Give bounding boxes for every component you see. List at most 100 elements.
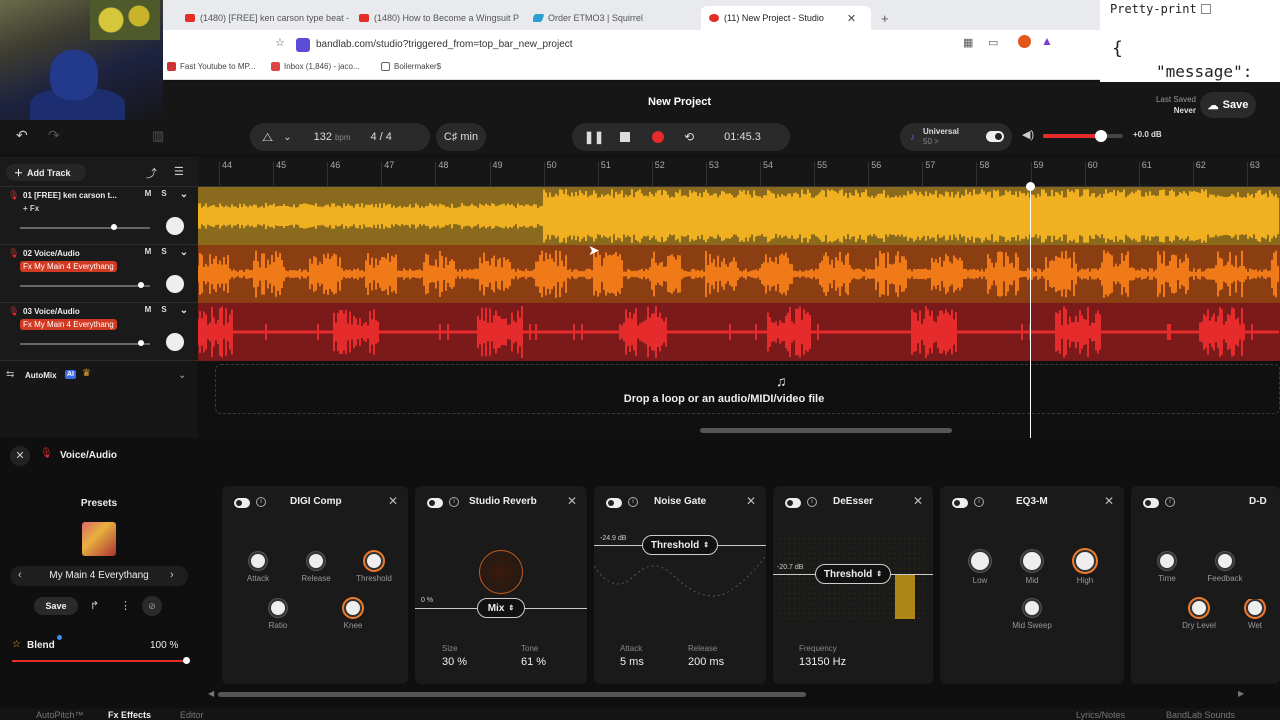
track-name[interactable]: 03 Voice/Audio xyxy=(23,307,119,316)
remove-effect-icon[interactable]: ✕ xyxy=(913,494,923,508)
brave-shield-icon[interactable] xyxy=(1018,35,1031,48)
track-settings-icon[interactable]: ☰ xyxy=(174,165,184,178)
pan-knob[interactable] xyxy=(166,217,184,235)
bookmark-2[interactable]: Inbox (1,846) - jaco... xyxy=(271,62,360,71)
browser-tab-2[interactable]: (1480) How to Become a Wingsuit P xyxy=(359,6,519,30)
mute-button[interactable]: M xyxy=(142,305,154,314)
undo-icon[interactable]: ↶ xyxy=(16,127,28,144)
chevron-down-icon[interactable]: ⌄ xyxy=(178,247,190,258)
mixer-icon[interactable]: ▥ xyxy=(152,128,164,144)
key-selector[interactable]: C♯ min xyxy=(436,123,486,151)
pretty-print-toggle[interactable]: Pretty-print xyxy=(1110,2,1211,16)
chevron-down-icon[interactable]: ⌄ xyxy=(178,370,186,381)
pan-knob[interactable] xyxy=(166,333,184,351)
blend-knob[interactable] xyxy=(183,657,190,664)
close-tab-icon[interactable]: ✕ xyxy=(847,12,856,25)
delay-toggle[interactable] xyxy=(1143,498,1159,508)
reverb-toggle[interactable] xyxy=(427,498,443,508)
extensions-icon[interactable]: ▦ xyxy=(963,36,973,49)
info-icon[interactable]: i xyxy=(974,497,984,507)
bookmark-3[interactable]: Boilermaker$ xyxy=(381,62,441,71)
master-volume-slider[interactable] xyxy=(1043,130,1123,142)
dry-level-knob[interactable]: Dry Level xyxy=(1174,599,1224,630)
share-icon[interactable]: ↱ xyxy=(90,599,99,612)
mix-control[interactable]: Mix ⇕ xyxy=(477,598,525,618)
mute-button[interactable]: M xyxy=(142,189,154,198)
master-volume-knob[interactable] xyxy=(1094,130,1107,142)
remove-effect-icon[interactable]: ✕ xyxy=(388,494,398,508)
project-title[interactable]: New Project xyxy=(163,96,1196,108)
cast-icon[interactable]: ▭ xyxy=(988,36,998,49)
pan-knob[interactable] xyxy=(166,275,184,293)
add-track-button[interactable]: ＋ Add Track xyxy=(6,164,86,181)
automation-icon[interactable]: ⤴ xyxy=(146,165,157,181)
track-3-header[interactable]: 🎙 03 Voice/Audio Fx My Main 4 Everythang… xyxy=(0,303,198,361)
eq-toggle[interactable] xyxy=(952,498,968,508)
track-volume-slider[interactable] xyxy=(20,282,150,288)
track-name[interactable]: 02 Voice/Audio xyxy=(23,249,119,258)
remove-effect-icon[interactable]: ✕ xyxy=(567,494,577,508)
knee-knob[interactable]: Knee xyxy=(328,599,378,630)
automix-label[interactable]: AutoMix xyxy=(25,371,57,380)
chevron-right-icon[interactable]: › xyxy=(170,569,174,581)
mid-knob[interactable]: Mid xyxy=(1007,550,1057,585)
blend-slider[interactable] xyxy=(12,657,190,664)
tone-param[interactable]: Tone 61 % xyxy=(521,644,546,668)
speaker-icon[interactable]: ◀) xyxy=(1022,128,1034,141)
pause-icon[interactable]: ❚❚ xyxy=(584,130,604,144)
chevron-down-icon[interactable]: ⌄ xyxy=(178,305,190,316)
solo-button[interactable]: S xyxy=(158,247,170,256)
time-knob[interactable]: Time xyxy=(1142,552,1192,583)
track-2-header[interactable]: 🎙 02 Voice/Audio Fx My Main 4 Everythang… xyxy=(0,245,198,303)
digi-comp-toggle[interactable] xyxy=(234,498,250,508)
scroll-left-icon[interactable]: ◀ xyxy=(208,689,214,698)
more-icon[interactable]: ⋮ xyxy=(120,599,131,612)
chevron-down-icon[interactable]: ⌄ xyxy=(283,132,291,143)
feedback-knob[interactable]: Feedback xyxy=(1200,552,1250,583)
info-icon[interactable]: i xyxy=(449,497,459,507)
new-tab-button[interactable]: + xyxy=(881,6,889,30)
track-1-header[interactable]: 🎙 01 [FREE] ken carson t... + Fx M S ⌄ xyxy=(0,187,198,245)
playhead-handle[interactable] xyxy=(1026,182,1035,191)
track-volume-slider[interactable] xyxy=(20,224,150,230)
track-volume-slider[interactable] xyxy=(20,340,150,346)
playhead[interactable] xyxy=(1030,183,1031,438)
close-panel-icon[interactable]: ✕ xyxy=(10,446,30,466)
track-fx-button[interactable]: Fx My Main 4 Everythang xyxy=(20,319,117,330)
bookmark-star-icon[interactable]: ☆ xyxy=(275,36,285,49)
triangle-icon[interactable]: ▲ xyxy=(1041,34,1053,48)
gate-threshold-control[interactable]: Threshold ⇕ xyxy=(642,535,718,555)
high-knob[interactable]: High xyxy=(1060,550,1110,585)
browser-tab-1[interactable]: (1480) [FREE] ken carson type beat - xyxy=(185,6,355,30)
mute-button[interactable]: M xyxy=(142,247,154,256)
browser-tab-active[interactable]: (11) New Project - Studio ✕ xyxy=(701,6,871,30)
mid-sweep-knob[interactable]: Mid Sweep xyxy=(1007,599,1057,630)
pretty-print-checkbox[interactable] xyxy=(1200,4,1211,14)
save-project-button[interactable]: ☁ Save xyxy=(1200,92,1256,118)
track-fx-button[interactable]: + Fx xyxy=(20,203,42,214)
chevron-down-icon[interactable]: ⌄ xyxy=(178,189,190,200)
track-2-lane[interactable] xyxy=(198,245,1280,303)
metronome-toggle[interactable] xyxy=(986,131,1004,142)
instrument-selector[interactable]: ♪ Universal 50 > xyxy=(900,123,1012,151)
fx-scrollbar[interactable] xyxy=(218,692,806,697)
timeline-ruler[interactable]: 44 45 46 47 48 49 50 51 52 53 54 55 56 57 58 59 60 61 62 63 xyxy=(198,157,1280,187)
tab-bandlab-sounds[interactable]: BandLab Sounds xyxy=(1166,710,1235,720)
info-icon[interactable]: i xyxy=(807,497,817,507)
info-icon[interactable]: i xyxy=(256,497,266,507)
bookmark-1[interactable]: Fast Youtube to MP... xyxy=(167,62,255,71)
frequency-param[interactable]: Frequency 13150 Hz xyxy=(799,644,846,668)
bpm-field[interactable]: 132 bpm xyxy=(314,131,351,143)
info-icon[interactable]: i xyxy=(628,497,638,507)
tab-lyrics-notes[interactable]: Lyrics/Notes xyxy=(1076,710,1125,720)
stop-icon[interactable] xyxy=(620,132,631,142)
noise-gate-toggle[interactable] xyxy=(606,498,622,508)
low-knob[interactable]: Low xyxy=(955,550,1005,585)
save-preset-button[interactable]: Save xyxy=(34,597,78,615)
volume-knob[interactable] xyxy=(137,340,144,346)
remove-effect-icon[interactable]: ✕ xyxy=(746,494,756,508)
tab-editor[interactable]: Editor xyxy=(180,710,204,720)
info-icon[interactable]: i xyxy=(1165,497,1175,507)
ratio-knob[interactable]: Ratio xyxy=(253,599,303,630)
attack-param[interactable]: Attack 5 ms xyxy=(620,644,644,668)
